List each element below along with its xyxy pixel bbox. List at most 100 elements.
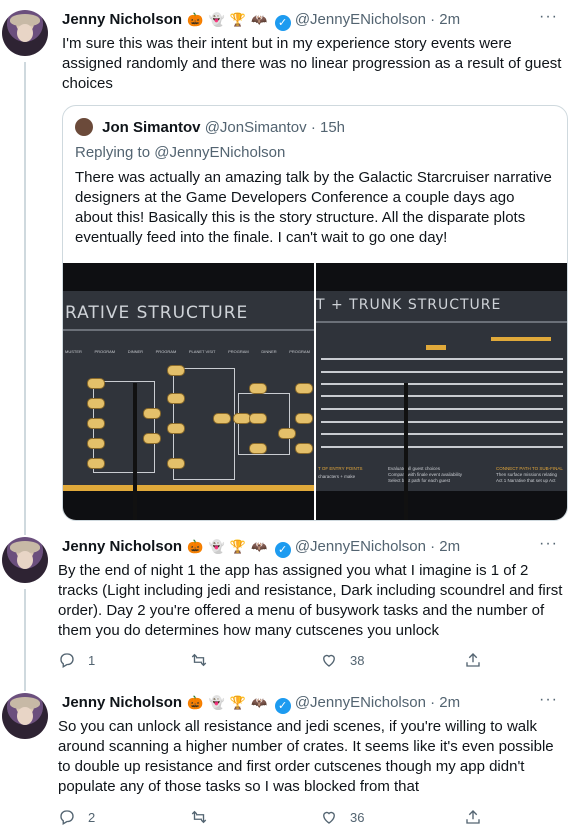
separator-dot: · bbox=[430, 538, 436, 555]
avatar[interactable] bbox=[2, 10, 48, 56]
slide-column-labels: MUSTER PROGRAM DINNER PROGRAM PLANET VIS… bbox=[65, 349, 310, 354]
trophy-emoji: 🏆 bbox=[229, 695, 247, 710]
like-count: 38 bbox=[350, 652, 365, 668]
handle[interactable]: @JennyENicholson bbox=[295, 538, 426, 555]
share-icon bbox=[466, 810, 480, 824]
thread-line bbox=[24, 683, 26, 691]
tweet-text: I'm sure this was their intent but in my… bbox=[62, 35, 562, 92]
display-name[interactable]: Jenny Nicholson bbox=[62, 538, 182, 555]
quote-text: There was actually an amazing talk by th… bbox=[75, 169, 552, 246]
bat-emoji: 🦇 bbox=[251, 695, 268, 710]
slide-title: T + TRUNK STRUCTURE bbox=[316, 297, 502, 313]
ghost-emoji: 👻 bbox=[208, 12, 225, 27]
slide-label: PLANET VISIT bbox=[188, 349, 216, 354]
diagram-node bbox=[167, 393, 185, 404]
diagram-node bbox=[167, 458, 185, 469]
diagram-wire bbox=[321, 446, 563, 448]
more-horizontal-icon[interactable]: ··· bbox=[539, 691, 558, 709]
slide-label: Select best path for each guest bbox=[388, 478, 451, 483]
more-horizontal-icon[interactable]: ··· bbox=[539, 8, 558, 26]
tweet-actions: 1 38 bbox=[58, 651, 538, 671]
slide-gold-bar bbox=[426, 345, 446, 350]
thread-line bbox=[24, 62, 26, 527]
reply-count: 1 bbox=[88, 652, 96, 668]
media-image-1[interactable]: RATIVE STRUCTURE MUSTER PROGRAM DINNER P… bbox=[63, 263, 314, 520]
diagram-node bbox=[87, 418, 105, 429]
replying-to-label: Replying to bbox=[75, 144, 151, 161]
quote-header: Jon Simantov @JonSimantov · 15h bbox=[75, 118, 345, 138]
replying-to-handle: @JennyENicholson bbox=[154, 144, 286, 161]
slide-label: Compare with finale event availability bbox=[388, 472, 463, 477]
ghost-emoji: 👻 bbox=[208, 695, 225, 710]
slide-footer-text: T OF ENTRY POINTS characters + make Eval… bbox=[318, 466, 563, 486]
slide-label: Evaluate all guest choices bbox=[388, 466, 441, 471]
like-button[interactable]: 36 bbox=[320, 808, 364, 826]
thread-line bbox=[24, 589, 26, 683]
media-image-2[interactable]: T + TRUNK STRUCTURE T OF ENTRY POINTS ch… bbox=[316, 263, 567, 520]
diagram-node bbox=[87, 438, 105, 449]
reply-button[interactable]: 2 bbox=[58, 808, 95, 826]
display-name[interactable]: Jenny Nicholson bbox=[62, 694, 182, 711]
diagram-wire bbox=[321, 433, 563, 435]
share-button[interactable] bbox=[464, 808, 482, 826]
diagram-node bbox=[87, 378, 105, 389]
tweet-3[interactable]: Jenny Nicholson 🎃 👻 🏆 🦇 ✓ @JennyENichols… bbox=[0, 683, 578, 834]
reply-count: 2 bbox=[88, 809, 96, 825]
share-button[interactable] bbox=[464, 651, 482, 669]
trophy-emoji: 🏆 bbox=[229, 12, 247, 27]
reply-icon bbox=[60, 810, 74, 825]
tweet-2[interactable]: Jenny Nicholson 🎃 👻 🏆 🦇 ✓ @JennyENichols… bbox=[0, 527, 578, 683]
slide-label: T OF ENTRY POINTS bbox=[318, 466, 363, 471]
retweet-button[interactable] bbox=[190, 808, 220, 826]
more-horizontal-icon[interactable]: ··· bbox=[539, 535, 558, 553]
verified-badge-icon: ✓ bbox=[274, 698, 291, 714]
diagram-wire bbox=[321, 395, 563, 397]
avatar[interactable] bbox=[2, 537, 48, 583]
tweet-1[interactable]: Jenny Nicholson 🎃 👻 🏆 🦇 ✓ @JennyENichols… bbox=[0, 0, 578, 527]
diagram-node bbox=[143, 433, 161, 444]
avatar[interactable] bbox=[2, 693, 48, 739]
slide-label: characters + make bbox=[318, 474, 356, 479]
retweet-button[interactable] bbox=[190, 651, 220, 669]
slide-label: MUSTER bbox=[65, 349, 82, 354]
slide-divider bbox=[316, 321, 567, 323]
quote-handle: @JonSimantov bbox=[204, 119, 307, 136]
quote-media[interactable]: RATIVE STRUCTURE MUSTER PROGRAM DINNER P… bbox=[63, 263, 567, 520]
bat-emoji: 🦇 bbox=[251, 12, 268, 27]
slide-label: DINNER bbox=[127, 349, 144, 354]
like-icon bbox=[323, 654, 335, 667]
slide-label: Act 1 Narrative that set up Act bbox=[496, 478, 556, 483]
share-icon bbox=[466, 653, 480, 667]
timestamp[interactable]: 2m bbox=[439, 538, 460, 555]
diagram-node bbox=[167, 423, 185, 434]
diagram-node bbox=[213, 413, 231, 424]
diagram-wire bbox=[321, 421, 563, 423]
separator-dot: · bbox=[310, 119, 316, 136]
slide-label: DINNER bbox=[261, 349, 277, 354]
reply-icon bbox=[60, 653, 74, 668]
slide-label: PROGRAM bbox=[94, 349, 116, 354]
slide-label: Then surface missions relating bbox=[496, 472, 558, 477]
tweet-actions: 2 36 bbox=[58, 808, 538, 828]
tweet-text: By the end of night 1 the app has assign… bbox=[58, 562, 563, 639]
timestamp[interactable]: 2m bbox=[439, 11, 460, 28]
diagram-wire bbox=[321, 408, 563, 410]
like-count: 36 bbox=[350, 809, 365, 825]
timestamp[interactable]: 2m bbox=[439, 694, 460, 711]
handle[interactable]: @JennyENicholson bbox=[295, 11, 426, 28]
reply-button[interactable]: 1 bbox=[58, 651, 95, 669]
quote-display-name: Jon Simantov bbox=[102, 119, 201, 136]
like-button[interactable]: 38 bbox=[320, 651, 364, 669]
ghost-emoji: 👻 bbox=[208, 539, 225, 554]
quoted-tweet[interactable]: Jon Simantov @JonSimantov · 15h Replying… bbox=[62, 105, 568, 521]
microphone-stand bbox=[133, 383, 137, 520]
diagram-node bbox=[295, 413, 313, 424]
diagram-wire bbox=[321, 371, 563, 373]
handle[interactable]: @JennyENicholson bbox=[295, 694, 426, 711]
slide-label: PROGRAM bbox=[289, 349, 310, 354]
slide-gold-bar bbox=[491, 337, 551, 341]
retweet-icon bbox=[191, 810, 207, 824]
thread-line bbox=[24, 527, 26, 535]
display-name[interactable]: Jenny Nicholson bbox=[62, 11, 182, 28]
trophy-emoji: 🏆 bbox=[229, 539, 247, 554]
